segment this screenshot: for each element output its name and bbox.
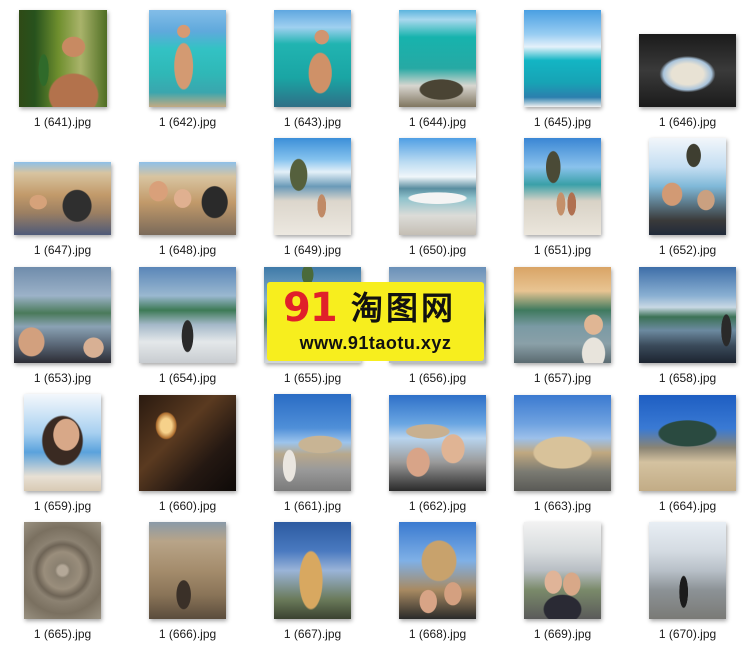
- file-item[interactable]: 1 (670).jpg: [625, 512, 750, 643]
- thumbnail-image[interactable]: [524, 522, 601, 619]
- file-item[interactable]: 1 (647).jpg: [0, 128, 125, 257]
- thumbnail-image[interactable]: [524, 10, 601, 107]
- thumbnail-image[interactable]: [149, 10, 226, 107]
- thumbnail-frame: [125, 264, 250, 363]
- thumbnail-image[interactable]: [639, 395, 736, 491]
- thumbnail-frame: [500, 520, 625, 619]
- thumbnail-frame: [500, 392, 625, 491]
- thumbnail-frame: [0, 264, 125, 363]
- thumbnail-frame: [0, 520, 125, 619]
- file-item[interactable]: 1 (659).jpg: [0, 384, 125, 513]
- thumbnail-image[interactable]: [274, 10, 351, 107]
- file-item[interactable]: 1 (661).jpg: [250, 384, 375, 513]
- thumbnail-frame: [125, 8, 250, 107]
- thumbnail-frame: [375, 136, 500, 235]
- thumbnail-image[interactable]: [649, 138, 726, 235]
- file-item[interactable]: 1 (641).jpg: [0, 0, 125, 129]
- thumbnail-image[interactable]: [274, 522, 351, 619]
- file-item[interactable]: 1 (667).jpg: [250, 512, 375, 643]
- thumbnail-frame: [500, 264, 625, 363]
- thumbnail-image[interactable]: [139, 267, 236, 363]
- thumbnail-image[interactable]: [639, 267, 736, 363]
- thumbnail-image[interactable]: [149, 522, 226, 619]
- thumbnail-image[interactable]: [24, 394, 101, 491]
- file-name[interactable]: 1 (669).jpg: [500, 625, 625, 643]
- file-item[interactable]: 1 (665).jpg: [0, 512, 125, 643]
- thumbnail-frame: [0, 392, 125, 491]
- thumbnail-image[interactable]: [639, 34, 736, 107]
- thumbnail-frame: [625, 136, 750, 235]
- file-name[interactable]: 1 (666).jpg: [125, 625, 250, 643]
- thumbnail-image[interactable]: [274, 394, 351, 491]
- file-item[interactable]: 1 (646).jpg: [625, 0, 750, 129]
- thumbnail-frame: [250, 392, 375, 491]
- thumbnail-image[interactable]: [399, 10, 476, 107]
- thumbnail-frame: [375, 8, 500, 107]
- thumbnail-image[interactable]: [514, 395, 611, 491]
- file-item[interactable]: 1 (648).jpg: [125, 128, 250, 257]
- file-item[interactable]: 1 (666).jpg: [125, 512, 250, 643]
- thumbnail-frame: [250, 8, 375, 107]
- file-item[interactable]: 1 (643).jpg: [250, 0, 375, 129]
- file-item[interactable]: 1 (657).jpg: [500, 256, 625, 385]
- file-item[interactable]: 1 (664).jpg: [625, 384, 750, 513]
- file-item[interactable]: 1 (668).jpg: [375, 512, 500, 643]
- file-item[interactable]: 1 (653).jpg: [0, 256, 125, 385]
- thumbnail-frame: [250, 520, 375, 619]
- file-item[interactable]: 1 (663).jpg: [500, 384, 625, 513]
- thumbnail-frame: [625, 264, 750, 363]
- thumbnail-image[interactable]: [139, 395, 236, 491]
- thumbnail-frame: [125, 136, 250, 235]
- file-name[interactable]: 1 (665).jpg: [0, 625, 125, 643]
- thumbnail-frame: [500, 8, 625, 107]
- thumbnail-frame: [250, 136, 375, 235]
- thumbnail-frame: [375, 392, 500, 491]
- thumbnail-frame: [125, 520, 250, 619]
- thumbnail-image[interactable]: [14, 162, 111, 235]
- file-item[interactable]: 1 (650).jpg: [375, 128, 500, 257]
- watermark-url: www.91taotu.xyz: [299, 333, 452, 353]
- file-name[interactable]: 1 (668).jpg: [375, 625, 500, 643]
- watermark-logo: 91 淘图网 www.91taotu.xyz: [267, 282, 484, 361]
- file-item[interactable]: 1 (645).jpg: [500, 0, 625, 129]
- thumbnail-image[interactable]: [274, 138, 351, 235]
- file-item[interactable]: 1 (642).jpg: [125, 0, 250, 129]
- file-item[interactable]: 1 (660).jpg: [125, 384, 250, 513]
- file-item[interactable]: 1 (669).jpg: [500, 512, 625, 643]
- thumbnail-frame: [625, 392, 750, 491]
- file-item[interactable]: 1 (654).jpg: [125, 256, 250, 385]
- thumbnail-image[interactable]: [524, 138, 601, 235]
- file-item[interactable]: 1 (662).jpg: [375, 384, 500, 513]
- thumbnail-frame: [625, 520, 750, 619]
- thumbnail-image[interactable]: [139, 162, 236, 235]
- thumbnail-frame: [625, 8, 750, 107]
- thumbnail-frame: [125, 392, 250, 491]
- thumbnail-frame: [375, 520, 500, 619]
- file-item[interactable]: 1 (649).jpg: [250, 128, 375, 257]
- file-item[interactable]: 1 (652).jpg: [625, 128, 750, 257]
- thumbnail-image[interactable]: [514, 267, 611, 363]
- watermark-site-name: 淘图网: [351, 289, 457, 327]
- thumbnail-image[interactable]: [24, 522, 101, 619]
- thumbnail-image[interactable]: [399, 522, 476, 619]
- file-item[interactable]: 1 (644).jpg: [375, 0, 500, 129]
- thumbnail-frame: [0, 136, 125, 235]
- thumbnail-image[interactable]: [14, 267, 111, 363]
- file-name[interactable]: 1 (667).jpg: [250, 625, 375, 643]
- watermark-number: 91: [283, 285, 338, 331]
- thumbnail-image[interactable]: [389, 395, 486, 491]
- file-name[interactable]: 1 (670).jpg: [625, 625, 750, 643]
- file-item[interactable]: 1 (658).jpg: [625, 256, 750, 385]
- thumbnail-image[interactable]: [399, 138, 476, 235]
- thumbnail-frame: [500, 136, 625, 235]
- thumbnail-frame: [0, 8, 125, 107]
- file-item[interactable]: 1 (651).jpg: [500, 128, 625, 257]
- thumbnail-image[interactable]: [18, 10, 107, 107]
- thumbnail-image[interactable]: [649, 522, 726, 619]
